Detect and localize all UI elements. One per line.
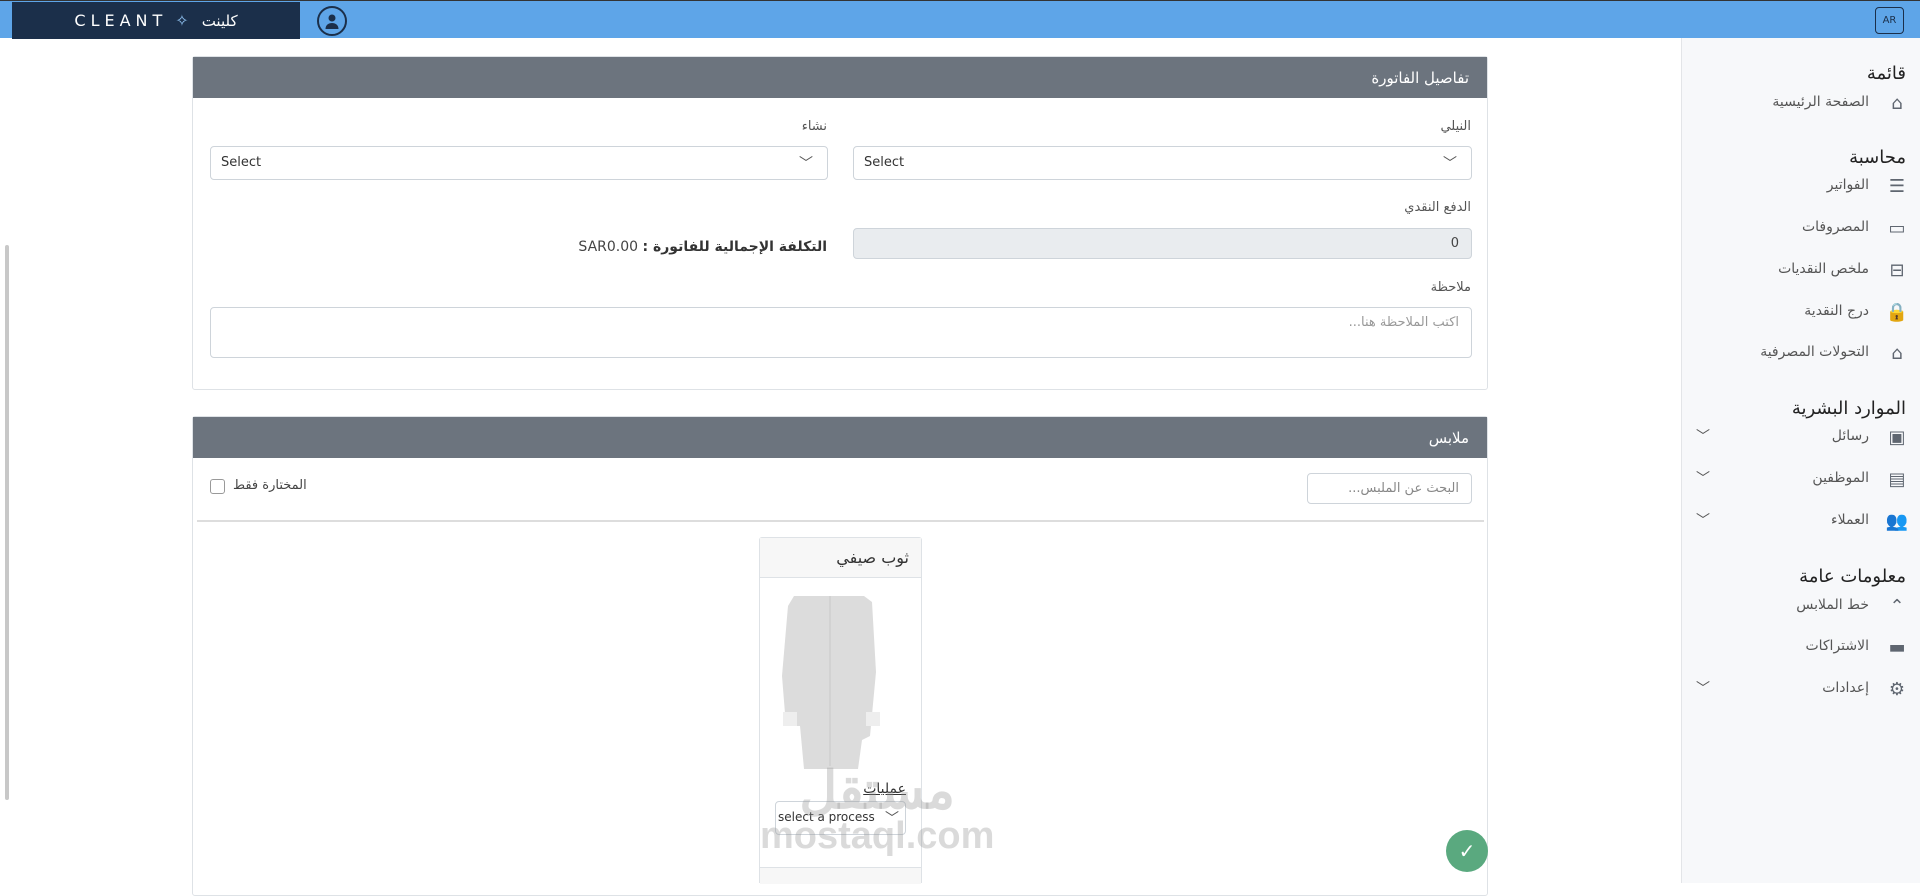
chevron-down-icon[interactable]: ﹀ [1696, 426, 1710, 446]
starch-label: نشاء [801, 119, 827, 134]
sidebar-item[interactable]: ▣ رسائل ﹀ [1682, 422, 1920, 452]
sidebar-item[interactable]: 👥 العملاء ﹀ [1682, 506, 1920, 536]
sidebar-item-label: رسائل [1831, 428, 1869, 444]
hanger-icon: ⌃ [1889, 595, 1905, 617]
watermark-latin: mostaql.com [760, 815, 995, 857]
users-icon: 👥 [1885, 510, 1909, 532]
invoice-details-panel: تفاصيل الفاتورة النيلي Select ﹀ نشاء Sele… [192, 56, 1488, 390]
clothes-search-input[interactable]: البحث عن الملبس... [1307, 473, 1472, 504]
panel-title: تفاصيل الفاتورة [193, 57, 1487, 98]
subscription-icon: ▬ [1888, 636, 1906, 658]
sidebar-item[interactable]: ⌂ الصفحة الرئيسية [1682, 88, 1920, 118]
sidebar-item-label: ملخص النقديات [1778, 261, 1869, 277]
sidebar-item[interactable]: ▭ المصروفات [1682, 213, 1920, 243]
sidebar-item-label: الصفحة الرئيسية [1772, 94, 1869, 110]
sidebar-item[interactable]: ⌃ خط الملابس [1682, 591, 1920, 621]
total-value: SAR0.00 [578, 239, 639, 255]
selected-only-label: المختارة فقط [233, 478, 307, 493]
starch-select[interactable]: Select ﹀ [210, 146, 828, 180]
bank-icon: ⌂ [1891, 342, 1903, 364]
indigo-select-value: Select [864, 155, 905, 170]
card-footer [760, 867, 921, 884]
gears-icon: ⚙ [1888, 678, 1906, 700]
total-label: التكلفة الإجمالية للفاتورة : [642, 239, 828, 255]
confirm-check-button[interactable]: ✓ [1446, 830, 1488, 872]
sidebar-item[interactable]: ☰ الفواتير [1682, 171, 1920, 201]
sidebar-item-label: التحولات المصرفية [1760, 344, 1869, 360]
chevron-down-icon[interactable]: ﹀ [1696, 510, 1710, 530]
user-avatar-icon[interactable] [317, 6, 347, 36]
sidebar-item-label: درج النقدية [1804, 303, 1869, 319]
logo[interactable]: CLEANT ✧ كلينت [12, 2, 300, 39]
indigo-label: النيلي [1440, 119, 1471, 134]
lock-icon: 🔒 [1885, 301, 1909, 323]
sidebar-item-label: خط الملابس [1796, 597, 1869, 613]
chevron-down-icon: ﹀ [799, 156, 813, 172]
cash-label: الدفع النقدي [1404, 200, 1471, 215]
sidebar-item-label: الموظفين [1812, 470, 1869, 486]
watermark-arabic: مستقل [799, 762, 955, 820]
sidebar-item[interactable]: ▤ الموظفين ﹀ [1682, 464, 1920, 494]
sidebar-item-label: الاشتراكات [1805, 638, 1869, 654]
receipt-icon: ☰ [1888, 175, 1906, 197]
scrollbar[interactable] [5, 245, 9, 800]
note-textarea[interactable]: اكتب الملاحظة هنا... [210, 307, 1472, 358]
sidebar-item-label: المصروفات [1801, 219, 1869, 235]
money-bill-icon: ▭ [1888, 217, 1906, 239]
sidebar-heading: محاسبة [1849, 147, 1906, 168]
sidebar-item[interactable]: ⌂ التحولات المصرفية [1682, 338, 1920, 368]
sidebar-heading: الموارد البشرية [1791, 398, 1906, 419]
logo-diamond-icon: ✧ [175, 11, 194, 30]
chevron-down-icon[interactable]: ﹀ [1696, 678, 1710, 698]
sidebar-item[interactable]: 🔒 درج النقدية [1682, 297, 1920, 327]
note-label: ملاحظة [1430, 280, 1471, 295]
sidebar-item[interactable]: ⊟ ملخص النقديات [1682, 255, 1920, 285]
selected-only-checkbox[interactable] [210, 479, 225, 494]
sidebar-item-label: الفواتير [1826, 177, 1869, 193]
sidebar-heading: معلومات عامة [1799, 566, 1906, 587]
starch-select-value: Select [221, 155, 262, 170]
language-button[interactable]: AR [1875, 7, 1904, 34]
invoice-total: التكلفة الإجمالية للفاتورة : SAR0.00 [578, 239, 827, 255]
chevron-down-icon: ﹀ [1443, 156, 1457, 172]
logo-arabic: كلينت [201, 11, 238, 30]
id-badge-icon: ▤ [1888, 468, 1906, 490]
chevron-down-icon[interactable]: ﹀ [1696, 468, 1710, 488]
sidebar-item[interactable]: ▬ الاشتراكات [1682, 632, 1920, 662]
logo-text: CLEANT [74, 11, 168, 30]
sidebar: قائمة ⌂ الصفحة الرئيسية محاسبة ☰ الفواتير ▭ الم… [1681, 38, 1920, 883]
sidebar-item[interactable]: ⚙ إعدادات ﹀ [1682, 674, 1920, 704]
cash-input[interactable]: 0 [853, 228, 1472, 259]
cash-register-icon: ⊟ [1889, 259, 1905, 281]
divider [197, 520, 1484, 522]
inbox-icon: ▣ [1888, 426, 1906, 448]
clothing-item-name: ثوب صيفي [760, 538, 921, 578]
panel-title: ملابس [193, 417, 1487, 458]
indigo-select[interactable]: Select ﹀ [853, 146, 1472, 180]
home-icon: ⌂ [1891, 92, 1903, 114]
sidebar-heading: قائمة [1866, 63, 1906, 84]
watermark: مستقل mostaql.com [760, 765, 994, 855]
top-bar: CLEANT ✧ كلينت AR [0, 0, 1920, 39]
sidebar-item-label: إعدادات [1822, 680, 1869, 696]
sidebar-item-label: العملاء [1831, 512, 1869, 528]
clothing-item-image [782, 596, 899, 769]
